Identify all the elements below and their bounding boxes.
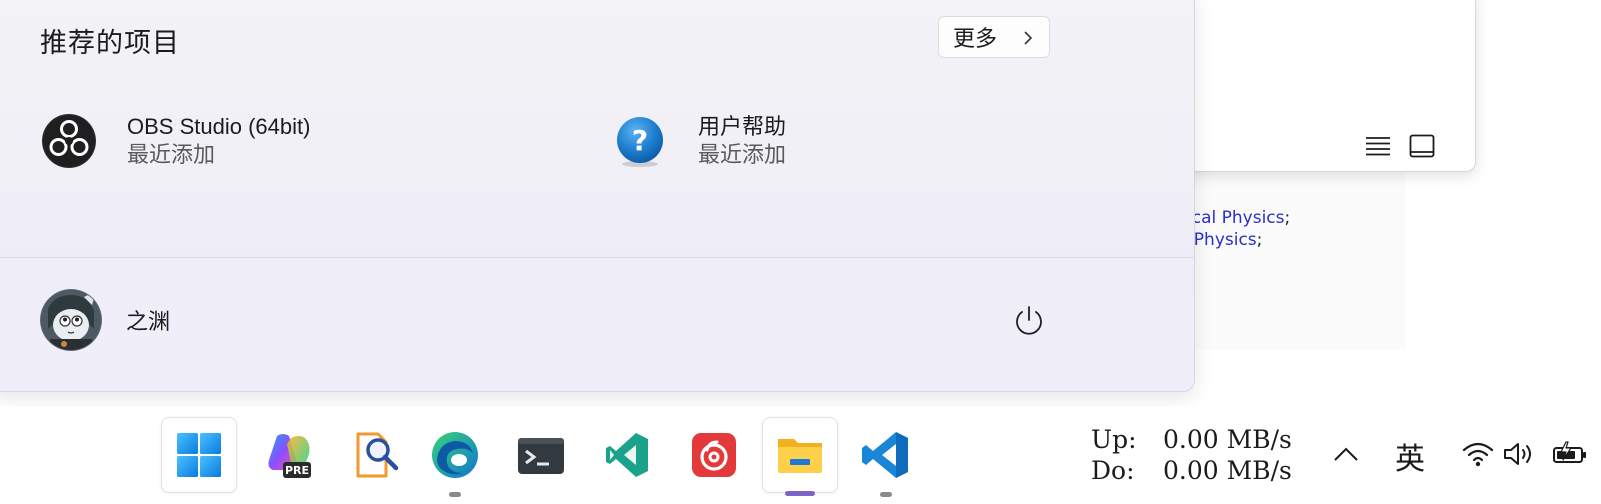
- obs-icon: [42, 114, 96, 168]
- terminal-icon: [518, 438, 564, 474]
- item-subtitle: 最近添加: [127, 142, 216, 167]
- download-value: 0.00 MB/s: [1163, 456, 1292, 485]
- doc-punct: ;: [1284, 208, 1291, 228]
- windows-icon: [177, 433, 221, 477]
- details-view-button[interactable]: [1363, 131, 1393, 161]
- running-indicator: [449, 492, 461, 497]
- visual-studio-icon: [606, 433, 648, 477]
- taskbar-terminal[interactable]: [503, 417, 579, 493]
- upload-label: Up:: [1091, 425, 1137, 454]
- taskbar: PRE Up: 0.00 MB/s Do: 0.00 MB/s 英: [0, 406, 1601, 504]
- start-menu-footer: 之渊: [0, 257, 1194, 391]
- user-account-button[interactable]: 之渊: [40, 289, 170, 351]
- item-subtitle: 最近添加: [698, 142, 787, 167]
- recommended-item-obs[interactable]: OBS Studio (64bit) 最近添加: [41, 106, 310, 176]
- running-indicator: [880, 492, 892, 497]
- active-indicator: [785, 491, 815, 496]
- chevron-right-icon: [1024, 31, 1033, 45]
- taskbar-file-explorer[interactable]: [762, 417, 838, 496]
- battery-button[interactable]: [1552, 440, 1588, 473]
- doc-search-icon: [356, 432, 399, 478]
- power-button[interactable]: [1011, 303, 1047, 339]
- taskbar-start-button[interactable]: [161, 417, 237, 493]
- recommended-title: 推荐的项目: [40, 28, 180, 58]
- input-method-indicator[interactable]: 英: [1395, 434, 1425, 478]
- copilot-pre-icon: PRE: [268, 434, 311, 478]
- vscode-icon: [862, 432, 908, 478]
- network-speed-widget[interactable]: Up: 0.00 MB/s Do: 0.00 MB/s: [1091, 424, 1292, 486]
- doc-punct: ;: [1256, 230, 1263, 250]
- volume-icon: [1504, 443, 1531, 465]
- start-menu: 推荐的项目 更多 OBS Studio (64bit) 最近添加 ? 用户帮助 …: [0, 0, 1195, 392]
- battery-icon: [1553, 441, 1586, 463]
- copilot-pre-badge: PRE: [285, 464, 309, 477]
- taskbar-visual-studio[interactable]: [590, 417, 666, 493]
- help-icon: ?: [617, 117, 663, 167]
- taskbar-doc-search[interactable]: [337, 417, 413, 493]
- user-name: 之渊: [126, 309, 171, 334]
- taskbar-copilot[interactable]: PRE: [252, 417, 328, 493]
- taskbar-vscode[interactable]: [848, 417, 924, 497]
- file-explorer-icon: [778, 439, 822, 473]
- network-button[interactable]: [1461, 440, 1495, 473]
- background-window: [1150, 0, 1476, 172]
- taskbar-edge[interactable]: [417, 417, 493, 497]
- download-label: Do:: [1091, 456, 1135, 485]
- netease-music-icon: [692, 433, 736, 477]
- svg-text:?: ?: [632, 124, 648, 157]
- upload-value: 0.00 MB/s: [1163, 425, 1292, 454]
- wifi-icon: [1462, 442, 1494, 467]
- more-button-label: 更多: [953, 26, 998, 51]
- power-icon: [1016, 306, 1042, 335]
- edge-icon: [432, 432, 478, 478]
- item-name: OBS Studio (64bit): [127, 114, 311, 139]
- more-button[interactable]: 更多: [938, 16, 1050, 58]
- recommended-item-help[interactable]: ? 用户帮助 最近添加: [612, 106, 786, 176]
- avatar-icon: [40, 289, 102, 351]
- tile-view-icon: [1409, 134, 1435, 158]
- large-icons-view-button[interactable]: [1407, 131, 1437, 161]
- chevron-up-icon: [1334, 447, 1358, 461]
- list-view-icon: [1366, 137, 1390, 156]
- show-hidden-icons-button[interactable]: [1333, 446, 1359, 467]
- volume-button[interactable]: [1502, 440, 1534, 473]
- taskbar-netease-music[interactable]: [676, 417, 752, 493]
- item-name: 用户帮助: [698, 114, 787, 139]
